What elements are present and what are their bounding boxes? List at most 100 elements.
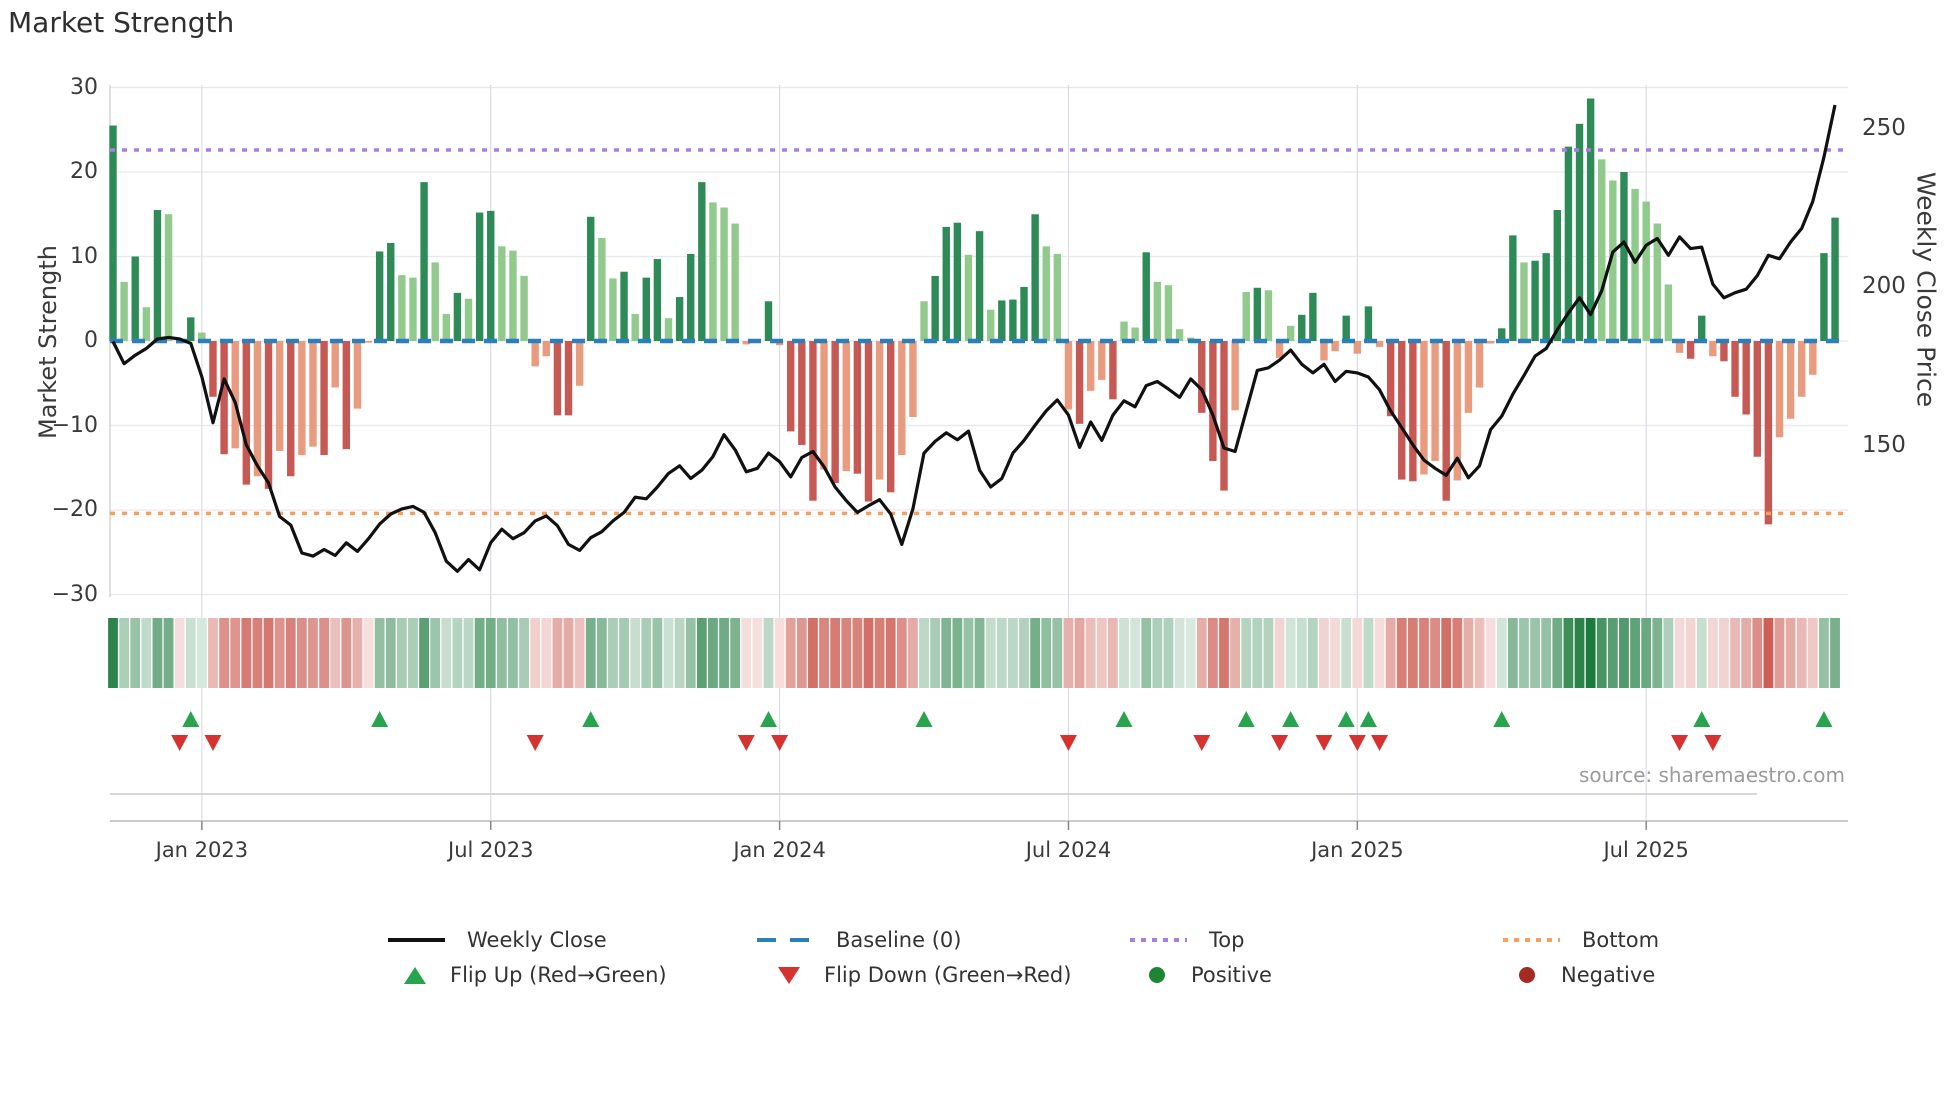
heatmap-cell [1108,618,1118,688]
heatmap-cell [608,618,618,688]
y-axis-tick-label: −10 [51,412,98,438]
flip-up-marker [1359,711,1377,727]
strength-bar [1664,284,1673,341]
strength-bar [453,292,462,341]
strength-bar [1053,253,1062,341]
strength-bar [1464,341,1473,413]
heatmap-cell [130,618,141,688]
strength-bar [920,301,928,341]
strength-bar [253,341,262,477]
strength-bar [1198,341,1206,413]
strength-bar [1264,290,1273,341]
heatmap-cell [796,618,807,688]
heatmap-cell [330,618,341,688]
strength-bar [798,341,806,445]
heatmap-cell [1319,618,1329,688]
heatmap-cell [1063,618,1074,688]
strength-bar [598,237,606,341]
baseline-dash-swatch-icon [757,938,814,942]
heatmap-cell [752,618,763,688]
heatmap-cell [552,618,563,688]
heatmap-cell [896,618,907,688]
heatmap-cell [1341,618,1352,688]
heatmap-cell [874,618,885,688]
legend-item-top: Top [1130,928,1244,952]
heatmap-cell [1574,618,1585,688]
heatmap-cell [452,618,463,688]
strength-bar [531,341,539,367]
heatmap-cell [1019,618,1029,688]
flip-down-marker [771,735,789,751]
strength-bar [887,341,895,493]
strength-bar [964,254,973,341]
strength-bar [986,309,995,341]
strength-bar [1809,341,1817,375]
flip-up-marker [1337,711,1355,727]
strength-bar [764,301,773,341]
strength-bar [120,281,128,341]
strength-bar [1031,214,1039,341]
heatmap-cell [1541,618,1552,688]
strength-bar [898,341,906,456]
strength-bar [1220,341,1228,491]
heatmap-cell [1596,618,1607,688]
flip-up-marker [1282,711,1300,727]
strength-bar [842,341,850,472]
heatmap-cell [1485,618,1496,688]
strength-bar [853,341,862,474]
heatmap-cell [1174,618,1185,688]
strength-bar [1042,246,1050,341]
heatmap-cell [341,618,352,688]
heatmap-cell [563,618,574,688]
strength-bar [687,253,695,341]
y-axis-tick-label: −20 [51,497,98,522]
heatmap-cell [930,618,941,688]
strength-bar [998,300,1006,341]
strength-bar [1342,315,1350,341]
strength-bar [1642,201,1650,341]
heatmap-cell [1441,618,1452,688]
heatmap-cell [730,618,741,688]
legend-item-positive: Positive [1149,963,1272,987]
strength-bar [1698,315,1706,341]
legend-label: Baseline (0) [836,928,962,952]
strength-bar [553,341,562,416]
flip-down-triangle-icon [778,966,800,984]
heatmap-cell [1463,618,1474,688]
x-axis-tick-label: Jan 2023 [155,838,249,862]
y-axis-tick-label: 0 [84,328,98,353]
strength-bar [320,341,328,456]
heatmap-cell [1374,618,1385,688]
heatmap-cell [685,618,696,688]
strength-bar [398,275,406,341]
heatmap-cell [585,618,596,688]
strength-bar [409,277,417,341]
flip-down-marker [1704,735,1722,751]
strength-bar [975,231,984,341]
market-strength-chart: Market Strength Market Strength Weekly C… [0,0,1960,1102]
strength-bar [1120,321,1128,341]
heatmap-cell [274,618,285,688]
heatmap-cell [663,618,674,688]
heatmap-cell [619,618,629,688]
heatmap-cell [696,618,707,688]
heatmap-cell [1707,618,1718,688]
flip-up-marker [915,711,933,727]
heatmap-cell [485,618,496,688]
strength-bar [298,341,306,456]
heatmap-cell [1663,618,1674,688]
strength-bar [1320,341,1328,361]
strength-bar [609,278,617,341]
heatmap-cell [1552,618,1563,688]
heatmap-cell [319,618,329,688]
strength-bar [1409,341,1417,482]
heatmap-cell [263,618,274,688]
heatmap-cell [541,618,552,688]
strength-bar [264,341,273,489]
flip-down-marker [1371,735,1389,751]
strength-bar [1164,285,1173,341]
heatmap-cell [1030,618,1041,688]
heatmap-cell [819,618,829,688]
heatmap-cell [308,618,318,688]
strength-bar [498,246,506,341]
